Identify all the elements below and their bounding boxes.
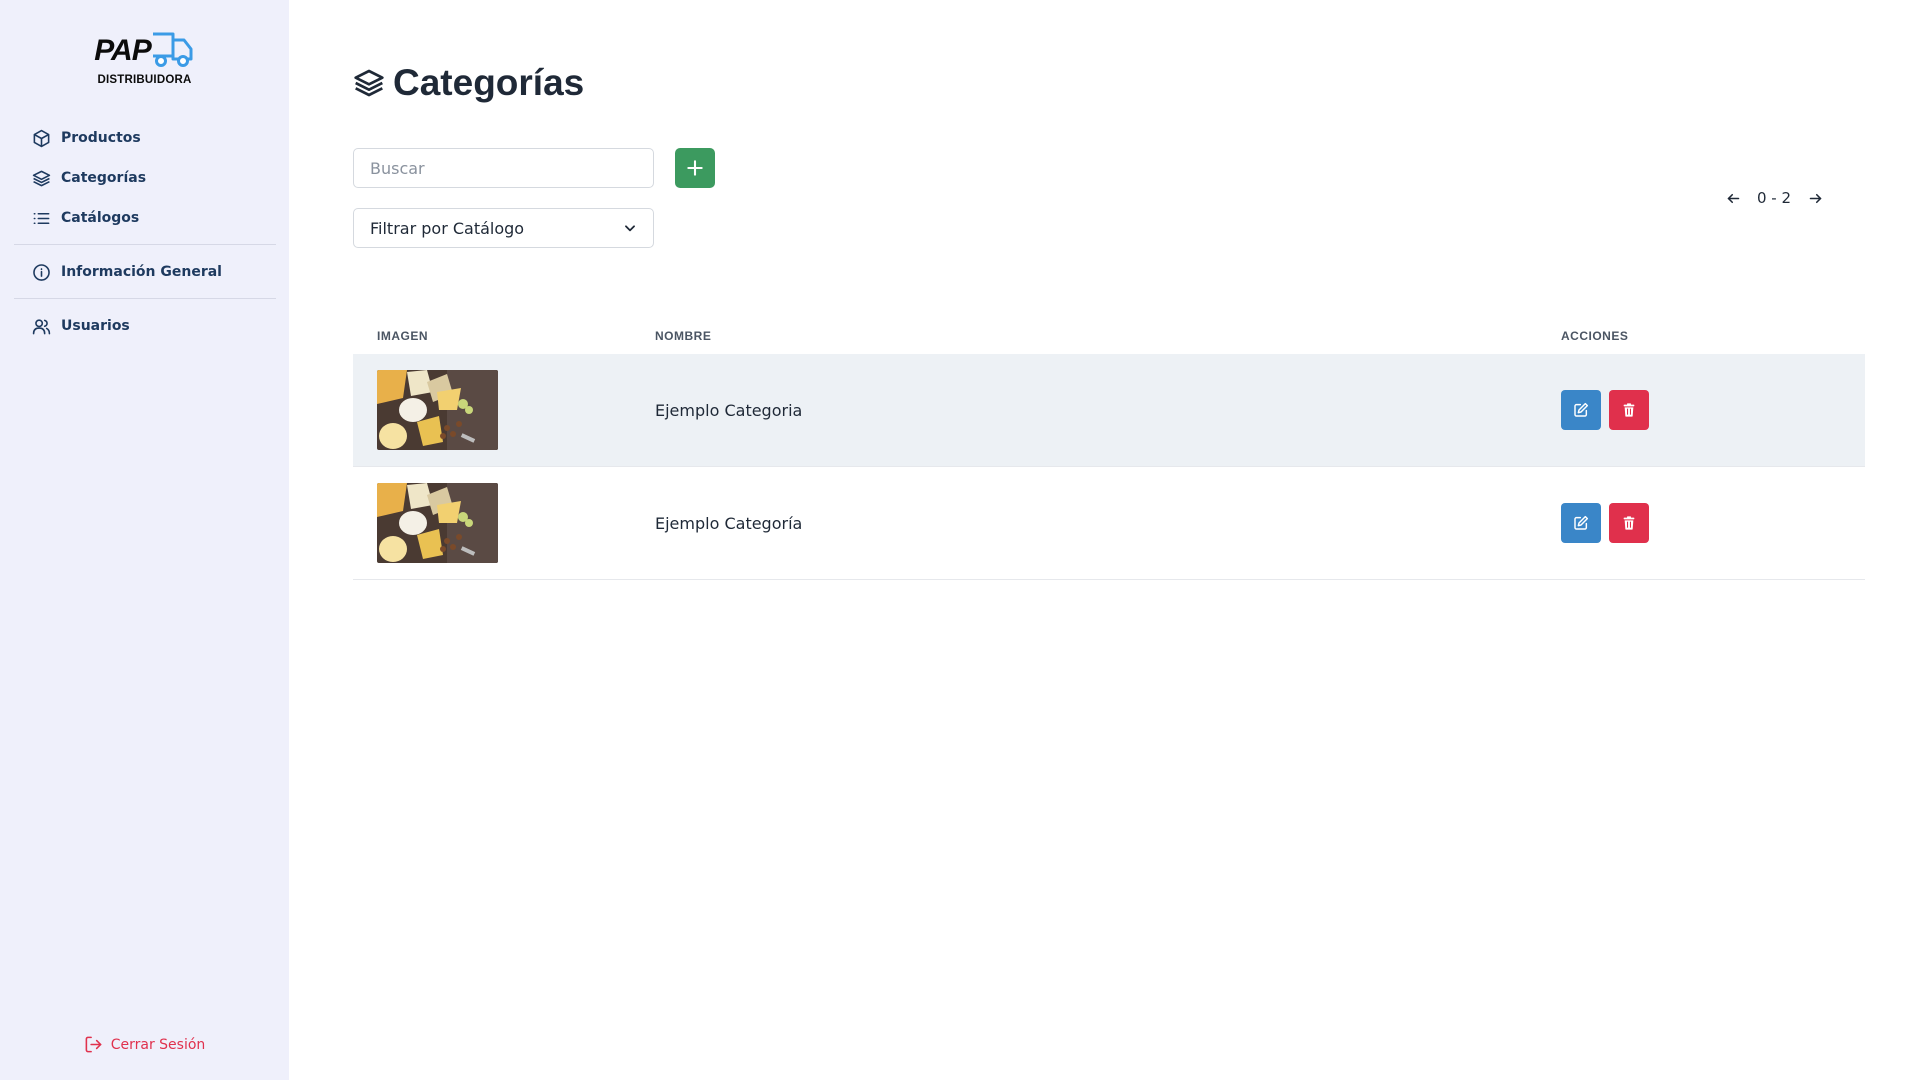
column-header-nombre: NOMBRE <box>655 329 712 343</box>
search-input[interactable] <box>353 148 654 188</box>
logo-mark: PAP <box>94 26 194 72</box>
page-title: Categorías <box>353 62 584 104</box>
logo-subtitle: DISTRIBUIDORA <box>97 74 192 86</box>
pagination: 0 - 2 <box>1718 186 1830 210</box>
layers-icon <box>32 170 51 186</box>
logout-icon <box>85 1036 102 1053</box>
column-header-acciones: ACCIONES <box>1561 329 1629 343</box>
category-name: Ejemplo Categoria <box>655 400 803 420</box>
table-cell-actions <box>1561 503 1865 543</box>
category-thumbnail <box>377 370 498 450</box>
arrow-left-icon <box>1727 193 1739 203</box>
table-row[interactable]: Ejemplo Categoría <box>353 467 1865 580</box>
prev-page-button[interactable] <box>1718 186 1748 210</box>
table-header: IMAGEN NOMBRE ACCIONES <box>353 318 1865 354</box>
sidebar-item-informacion-general[interactable]: Información General <box>14 252 276 292</box>
category-thumbnail <box>377 483 498 563</box>
edit-icon <box>1574 515 1589 530</box>
sidebar-item-catalogos[interactable]: Catálogos <box>14 198 276 238</box>
sidebar-item-productos[interactable]: Productos <box>14 118 276 158</box>
table-cell-image <box>353 370 655 450</box>
brand-logo[interactable]: PAP DISTRIBUIDORA <box>0 26 289 86</box>
sidebar-nav: Productos Categorías Catálogos Informaci… <box>14 118 276 346</box>
next-page-button[interactable] <box>1800 186 1830 210</box>
edit-icon <box>1574 402 1589 417</box>
chevron-down-icon <box>625 225 635 232</box>
row-actions <box>1561 390 1865 430</box>
table-cell-image <box>353 483 655 563</box>
sidebar-item-label: Catálogos <box>61 210 140 226</box>
list-icon <box>33 212 50 224</box>
row-actions <box>1561 503 1865 543</box>
nav-divider <box>14 244 276 245</box>
info-icon <box>33 263 50 281</box>
catalog-filter-select[interactable]: Filtrar por Catálogo <box>353 208 654 248</box>
table-row[interactable]: Ejemplo Categoria <box>353 354 1865 467</box>
sidebar: PAP DISTRIBUIDORA Productos Categorías C… <box>0 0 289 1080</box>
sidebar-item-categorias[interactable]: Categorías <box>14 158 276 198</box>
nav-divider <box>14 298 276 299</box>
plus-icon <box>687 160 703 176</box>
pagination-range: 0 - 2 <box>1756 189 1792 207</box>
logout-label: Cerrar Sesión <box>110 1036 206 1053</box>
layers-icon <box>354 69 384 97</box>
truck-icon <box>152 32 193 67</box>
edit-button[interactable] <box>1561 503 1601 543</box>
category-name: Ejemplo Categoría <box>655 513 803 533</box>
users-icon <box>32 318 51 334</box>
sidebar-item-label: Usuarios <box>61 318 130 334</box>
categories-table: IMAGEN NOMBRE ACCIONES Ejemplo Categoria… <box>353 318 1865 580</box>
page-title-text: Categorías <box>393 62 585 103</box>
delete-button[interactable] <box>1609 503 1649 543</box>
box-icon <box>33 129 50 147</box>
sidebar-item-label: Productos <box>61 130 141 146</box>
logo-text: PAP <box>94 34 151 67</box>
trash-icon <box>1623 403 1635 417</box>
sidebar-item-usuarios[interactable]: Usuarios <box>14 306 276 346</box>
table-cell-actions <box>1561 390 1865 430</box>
add-category-button[interactable] <box>675 148 715 188</box>
catalog-filter-value: Filtrar por Catálogo <box>370 218 525 238</box>
arrow-right-icon <box>1809 193 1821 203</box>
logout-button[interactable]: Cerrar Sesión <box>0 1035 289 1054</box>
edit-button[interactable] <box>1561 390 1601 430</box>
column-header-imagen: IMAGEN <box>377 329 428 343</box>
sidebar-item-label: Categorías <box>61 170 147 186</box>
delete-button[interactable] <box>1609 390 1649 430</box>
trash-icon <box>1623 516 1635 530</box>
sidebar-item-label: Información General <box>61 264 222 280</box>
